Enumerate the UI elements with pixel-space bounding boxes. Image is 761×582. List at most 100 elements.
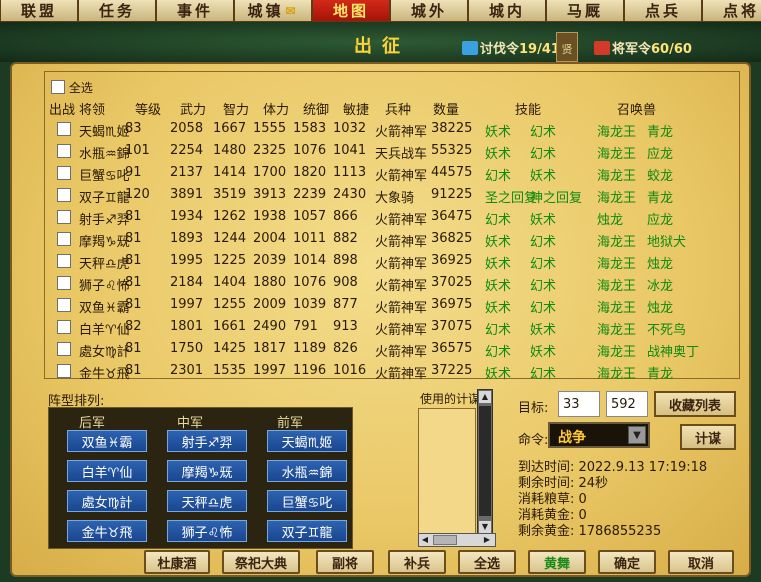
cancel-button[interactable]: 取消	[668, 550, 734, 574]
strategy-hscroll[interactable]: ◀ ▶	[418, 533, 496, 547]
table-row[interactable]: 狮子♌怖 81 2184 1404 1880 1076 908 火箭神军 37025 妖术 幻术 海龙…	[45, 272, 741, 294]
sortie-checkbox[interactable]	[57, 364, 71, 378]
dukang-wine-button[interactable]: 杜康酒	[144, 550, 210, 574]
tab-tasks[interactable]: 任务	[78, 0, 156, 22]
sortie-checkbox[interactable]	[57, 276, 71, 290]
strategy-list[interactable]	[418, 408, 476, 534]
general-force: 2184	[170, 275, 204, 290]
general-name: 白羊♈仙	[79, 323, 130, 338]
table-row[interactable]: 金牛♉飛 81 2301 1535 1997 1196 1016 火箭神军 37225 妖术 幻术 海…	[45, 360, 741, 382]
select-all[interactable]: 全选	[51, 79, 93, 96]
general-agility: 1041	[333, 143, 367, 158]
formation-slot[interactable]: 摩羯♑兓	[167, 460, 247, 482]
strategy-vscroll[interactable]: ▲ ▼	[477, 389, 493, 535]
flag-blue-icon	[462, 41, 478, 55]
target-y-input[interactable]: 592	[606, 391, 648, 417]
formation-slot[interactable]: 天蝎♏姬	[267, 430, 347, 452]
formation-slot[interactable]: 處女♍計	[67, 490, 147, 512]
general-intellect: 3519	[213, 187, 247, 202]
general-command: 2239	[293, 187, 327, 202]
select-all-button[interactable]: 全选	[458, 550, 516, 574]
formation-slot[interactable]: 双子♊龍	[267, 520, 347, 542]
formation-slot[interactable]: 巨蟹♋叱	[267, 490, 347, 512]
huangwu-button[interactable]: 黄舞	[528, 550, 586, 574]
sortie-checkbox[interactable]	[57, 342, 71, 356]
chevron-down-icon[interactable]: ▼	[628, 426, 646, 444]
sortie-checkbox[interactable]	[57, 166, 71, 180]
formation-slot[interactable]: 狮子♌怖	[167, 520, 247, 542]
col-header-skills: 技能	[515, 103, 542, 118]
sortie-checkbox[interactable]	[57, 232, 71, 246]
table-row[interactable]: 摩羯♑兓 81 1893 1244 2004 1011 882 火箭神军 36825 妖术 幻术 海龙…	[45, 228, 741, 250]
sacrifice-ceremony-button[interactable]: 祭祀大典	[222, 550, 300, 574]
scroll-up-icon[interactable]: ▲	[479, 391, 491, 403]
general-command: 1076	[293, 275, 327, 290]
table-row[interactable]: 白羊♈仙 82 1801 1661 2490 791 913 火箭神军 37075 幻术 妖术 海龙王…	[45, 316, 741, 338]
plan-button[interactable]: 计谋	[680, 424, 736, 450]
replenish-troops-button[interactable]: 补兵	[388, 550, 446, 574]
formation-slot[interactable]: 金牛♉飛	[67, 520, 147, 542]
general-skill-1: 幻术	[485, 323, 512, 338]
formation-slot[interactable]: 射手♐羿	[167, 430, 247, 452]
sortie-checkbox[interactable]	[57, 320, 71, 334]
tab-troops[interactable]: 点兵	[624, 0, 702, 22]
formation-slot[interactable]: 双鱼♓霸	[67, 430, 147, 452]
general-command: 1039	[293, 297, 327, 312]
formation-slot[interactable]: 白羊♈仙	[67, 460, 147, 482]
tab-town-label: 城镇	[247, 2, 284, 20]
general-unit-type: 火箭神军	[375, 367, 428, 382]
table-row[interactable]: 處女♍計 81 1750 1425 1817 1189 826 火箭神军 36575 幻术 妖术 海龙…	[45, 338, 741, 360]
scroll-down-icon[interactable]: ▼	[479, 521, 491, 533]
general-force: 1750	[170, 341, 204, 356]
table-row[interactable]: 射手♐羿 81 1934 1262 1938 1057 866 火箭神军 36475 幻术 妖术 烛龙…	[45, 206, 741, 228]
table-row[interactable]: 双鱼♓霸 81 1997 1255 2009 1039 877 火箭神军 36975 妖术 幻术 海龙…	[45, 294, 741, 316]
tab-alliance[interactable]: 联盟	[0, 0, 78, 22]
formation-slot[interactable]: 水瓶♒錦	[267, 460, 347, 482]
tab-inside-city[interactable]: 城内	[468, 0, 546, 22]
general-stamina: 2325	[253, 143, 287, 158]
select-all-checkbox[interactable]	[51, 80, 65, 94]
sortie-checkbox[interactable]	[57, 210, 71, 224]
sortie-checkbox[interactable]	[57, 144, 71, 158]
general-force: 1934	[170, 209, 204, 224]
target-x-input[interactable]: 33	[558, 391, 600, 417]
table-row[interactable]: 天秤♎虎 81 1995 1225 2039 1014 898 火箭神军 36925 妖术 幻术 海龙…	[45, 250, 741, 272]
scroll-right-icon[interactable]: ▶	[481, 534, 493, 546]
hscroll-thumb[interactable]	[433, 535, 457, 545]
favorites-button[interactable]: 收藏列表	[654, 391, 736, 417]
confirm-button[interactable]: 确定	[598, 550, 656, 574]
tab-map[interactable]: 地图	[312, 0, 390, 22]
formation-slot[interactable]: 天秤♎虎	[167, 490, 247, 512]
general-beast-2: 烛龙	[647, 301, 674, 316]
general-skill-2: 幻术	[530, 257, 557, 272]
general-name: 射手♐羿	[79, 213, 130, 228]
deputy-general-button[interactable]: 副将	[316, 550, 374, 574]
scroll-left-icon[interactable]: ◀	[419, 534, 431, 546]
general-quantity: 36575	[431, 341, 473, 356]
tab-town[interactable]: 城镇 ✉	[234, 0, 312, 22]
tab-generals[interactable]: 点将	[702, 0, 761, 22]
scroll-thumb[interactable]	[479, 406, 491, 516]
general-beast-2: 烛龙	[647, 257, 674, 272]
general-force: 3891	[170, 187, 204, 202]
sortie-checkbox[interactable]	[57, 188, 71, 202]
command-select[interactable]: 战争 ▼	[548, 422, 650, 448]
sortie-checkbox[interactable]	[57, 122, 71, 136]
general-skill-1: 妖术	[485, 147, 512, 162]
sortie-checkbox[interactable]	[57, 254, 71, 268]
table-row[interactable]: 巨蟹♋叱 91 2137 1414 1700 1820 1113 火箭神军 44575 幻术 妖术 海…	[45, 162, 741, 184]
table-row[interactable]: 水瓶♒錦 101 2254 1480 2325 1076 1041 天兵战车 55325 妖术 幻术…	[45, 140, 741, 162]
general-quantity: 36825	[431, 231, 473, 246]
general-stamina: 2490	[253, 319, 287, 334]
general-beast-2: 蛟龙	[647, 169, 674, 184]
tab-outside-city[interactable]: 城外	[390, 0, 468, 22]
general-quantity: 38225	[431, 121, 473, 136]
general-quantity: 36475	[431, 209, 473, 224]
sortie-checkbox[interactable]	[57, 298, 71, 312]
general-level: 81	[125, 363, 142, 378]
table-row[interactable]: 天蝎♏姬 83 2058 1667 1555 1583 1032 火箭神军 38225 妖术 幻术 海…	[45, 118, 741, 140]
general-intellect: 1404	[213, 275, 247, 290]
tab-stable[interactable]: 马厩	[546, 0, 624, 22]
tab-events[interactable]: 事件	[156, 0, 234, 22]
table-row[interactable]: 双子♊龍 120 3891 3519 3913 2239 2430 大象骑 91225 圣之回复神…	[45, 184, 741, 206]
